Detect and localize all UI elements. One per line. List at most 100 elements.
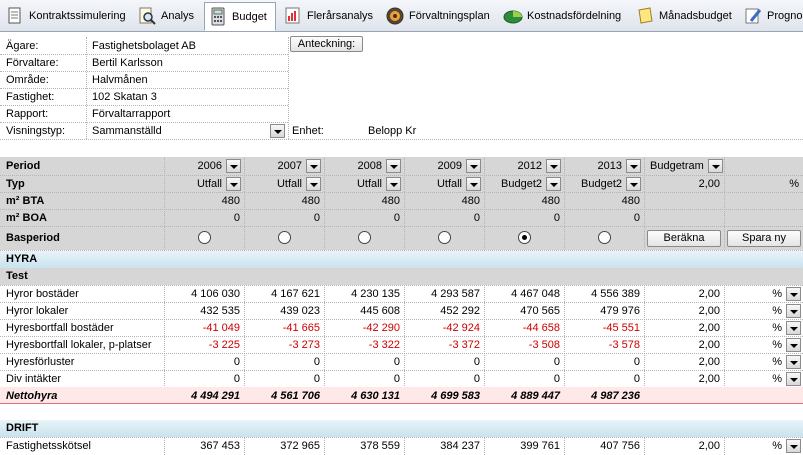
magnifier-icon bbox=[137, 6, 157, 26]
unit-select[interactable]: % bbox=[724, 286, 786, 302]
cell-value[interactable]: 407 756 bbox=[564, 438, 644, 454]
type-dropdown-icon[interactable] bbox=[466, 177, 481, 191]
note-button[interactable]: Anteckning: bbox=[290, 36, 363, 52]
cell-value: 452 292 bbox=[440, 305, 480, 317]
period-year[interactable]: 2006 bbox=[164, 158, 226, 174]
cell-value[interactable]: -44 658 bbox=[484, 320, 564, 336]
cell-value[interactable]: -3 578 bbox=[564, 337, 644, 353]
cell-value: -42 924 bbox=[442, 322, 480, 334]
cell-value[interactable]: 4 556 389 bbox=[564, 286, 644, 302]
cell-value[interactable]: 470 565 bbox=[484, 303, 564, 319]
pct-value[interactable]: 2,00 bbox=[644, 438, 724, 454]
unit-dropdown-icon[interactable] bbox=[786, 338, 801, 352]
budgetram-dropdown-icon[interactable] bbox=[708, 159, 723, 173]
type-value[interactable]: Utfall bbox=[164, 176, 226, 192]
type-dropdown-icon[interactable] bbox=[626, 177, 641, 191]
unit-select[interactable]: % bbox=[724, 371, 786, 387]
tab-kontraktssimulering[interactable]: Kontraktssimulering bbox=[2, 2, 130, 29]
boa-value: 0 bbox=[313, 212, 320, 224]
basperiod-radio[interactable] bbox=[438, 231, 451, 244]
cell-value: 432 535 bbox=[200, 305, 240, 317]
cell-value[interactable]: 399 761 bbox=[484, 438, 564, 454]
unit-select[interactable]: % bbox=[724, 337, 786, 353]
budgetram-select[interactable]: Budgetram bbox=[646, 158, 708, 174]
basperiod-radio[interactable] bbox=[598, 231, 611, 244]
cell-value: 0 bbox=[313, 356, 320, 368]
row-label: Div intäkter bbox=[6, 373, 62, 385]
berakna-button[interactable]: Beräkna bbox=[647, 230, 721, 247]
tab-budget[interactable]: Budget bbox=[204, 2, 276, 31]
boa-value: 0 bbox=[633, 212, 640, 224]
budgetram-pct[interactable]: 2,00 bbox=[644, 176, 724, 192]
unit-label: Enhet: bbox=[292, 125, 324, 137]
basperiod-radio[interactable] bbox=[198, 231, 211, 244]
tab-forvaltningsplan[interactable]: Förvaltningsplan bbox=[382, 2, 492, 29]
unit-select[interactable]: % bbox=[724, 438, 786, 454]
owner-label: Ägare: bbox=[6, 40, 39, 52]
cell-value[interactable]: 0 bbox=[484, 371, 564, 387]
basperiod-label: Basperiod bbox=[6, 232, 60, 244]
period-dropdown-icon[interactable] bbox=[306, 159, 321, 173]
tab-flerarsanalys[interactable]: Flerårsanalys bbox=[280, 2, 376, 29]
type-dropdown-icon[interactable] bbox=[306, 177, 321, 191]
type-value[interactable]: Budget2 bbox=[484, 176, 546, 192]
unit-select[interactable]: % bbox=[724, 354, 786, 370]
period-dropdown-icon[interactable] bbox=[546, 159, 561, 173]
type-dropdown-icon[interactable] bbox=[386, 177, 401, 191]
unit-dropdown-icon[interactable] bbox=[786, 287, 801, 301]
type-value[interactable]: Utfall bbox=[324, 176, 386, 192]
unit-dropdown-icon[interactable] bbox=[786, 304, 801, 318]
pencil-icon bbox=[743, 6, 763, 26]
spara-ny-button[interactable]: Spara ny bbox=[727, 230, 801, 247]
period-dropdown-icon[interactable] bbox=[226, 159, 241, 173]
basperiod-radio[interactable] bbox=[358, 231, 371, 244]
unit-dropdown-icon[interactable] bbox=[786, 372, 801, 386]
period-year[interactable]: 2007 bbox=[244, 158, 306, 174]
cell-value[interactable]: -3 508 bbox=[484, 337, 564, 353]
type-dropdown-icon[interactable] bbox=[226, 177, 241, 191]
pct-value[interactable]: 2,00 bbox=[644, 286, 724, 302]
period-dropdown-icon[interactable] bbox=[626, 159, 641, 173]
cell-value[interactable]: 0 bbox=[484, 354, 564, 370]
total-value: 4 889 447 bbox=[511, 390, 560, 402]
cell-value[interactable]: 0 bbox=[564, 354, 644, 370]
total-value: 4 987 236 bbox=[591, 390, 640, 402]
period-year[interactable]: 2013 bbox=[564, 158, 626, 174]
cell-value[interactable]: 4 467 048 bbox=[484, 286, 564, 302]
cell-value[interactable]: -45 551 bbox=[564, 320, 644, 336]
unit-dropdown-icon[interactable] bbox=[786, 439, 801, 453]
type-value[interactable]: Budget2 bbox=[564, 176, 626, 192]
pct-value[interactable]: 2,00 bbox=[644, 320, 724, 336]
tab-analys[interactable]: Analys bbox=[134, 2, 200, 29]
cell-value[interactable]: 0 bbox=[564, 371, 644, 387]
cell-value[interactable]: 479 976 bbox=[564, 303, 644, 319]
unit-dropdown-icon[interactable] bbox=[786, 355, 801, 369]
type-dropdown-icon[interactable] bbox=[546, 177, 561, 191]
boa-value: 0 bbox=[553, 212, 560, 224]
unit-select[interactable]: % bbox=[724, 303, 786, 319]
period-year[interactable]: 2009 bbox=[404, 158, 466, 174]
view-type-select[interactable]: Sammanställd bbox=[88, 123, 268, 139]
unit-dropdown-icon[interactable] bbox=[786, 321, 801, 335]
tab-manadsbudget[interactable]: Månadsbudget bbox=[632, 2, 732, 29]
tab-prognos[interactable]: Prognos bbox=[740, 2, 803, 29]
type-value[interactable]: Utfall bbox=[404, 176, 466, 192]
pct-value[interactable]: 2,00 bbox=[644, 371, 724, 387]
period-year[interactable]: 2012 bbox=[484, 158, 546, 174]
type-value[interactable]: Utfall bbox=[244, 176, 306, 192]
cell-value: 445 608 bbox=[360, 305, 400, 317]
basperiod-radio-selected[interactable] bbox=[518, 231, 531, 244]
period-dropdown-icon[interactable] bbox=[386, 159, 401, 173]
period-year[interactable]: 2008 bbox=[324, 158, 386, 174]
period-dropdown-icon[interactable] bbox=[466, 159, 481, 173]
view-type-dropdown-icon[interactable] bbox=[270, 124, 285, 138]
unit-select[interactable]: % bbox=[724, 320, 786, 336]
section-hyra: HYRA bbox=[6, 253, 38, 265]
pct-value[interactable]: 2,00 bbox=[644, 303, 724, 319]
cell-value: 367 453 bbox=[200, 440, 240, 452]
pct-value[interactable]: 2,00 bbox=[644, 354, 724, 370]
tab-kostnadsfordelning[interactable]: Kostnadsfördelning bbox=[500, 2, 624, 29]
basperiod-radio[interactable] bbox=[278, 231, 291, 244]
bta-value: 480 bbox=[381, 195, 400, 207]
pct-value[interactable]: 2,00 bbox=[644, 337, 724, 353]
